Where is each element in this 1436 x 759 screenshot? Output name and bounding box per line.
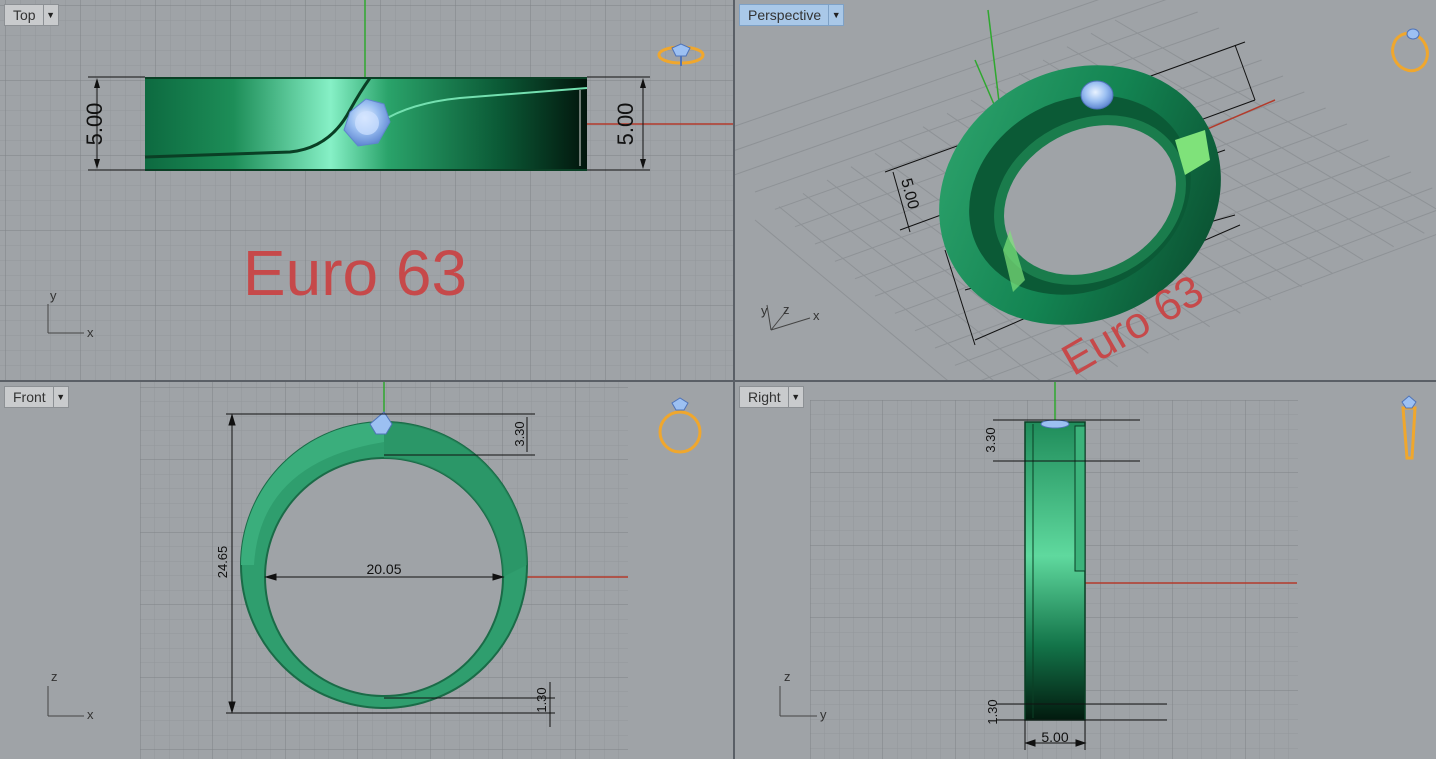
ring-perspective-icon (1391, 28, 1429, 73)
perspective-viewport[interactable]: 5.00 20.05 Euro 63 y z x Persp (735, 0, 1436, 380)
svg-text:y: y (50, 288, 57, 303)
svg-text:z: z (784, 669, 791, 684)
svg-text:x: x (87, 325, 94, 340)
front-viewport[interactable]: 24.65 3.30 20.05 1.30 z x Front ▼ (0, 382, 733, 759)
gemstone[interactable] (1040, 419, 1070, 429)
viewport-tab-right[interactable]: Right ▼ (739, 386, 804, 408)
dim-stone-height-right: 3.30 (983, 427, 998, 452)
viewport-tab-front[interactable]: Front ▼ (4, 386, 69, 408)
axis-indicator: z x (47, 669, 94, 722)
viewport-tab-perspective[interactable]: Perspective ▼ (739, 4, 845, 26)
viewport-label-top: Top (13, 7, 36, 23)
svg-text:z: z (51, 669, 58, 684)
ring-front-icon (658, 397, 702, 454)
x-axis-line (1204, 99, 1276, 131)
svg-text:y: y (761, 303, 768, 318)
viewport-label-right: Right (748, 389, 781, 405)
viewport-tab-top[interactable]: Top ▼ (4, 4, 59, 26)
right-viewport[interactable]: 3.30 1.30 5.00 z y Right ▼ (735, 382, 1436, 759)
viewport-label-front: Front (13, 389, 46, 405)
dim-bottom-thickness-right: 1.30 (985, 699, 1000, 724)
chevron-down-icon[interactable]: ▼ (52, 387, 68, 407)
dim-outer-height: 24.65 (215, 546, 230, 579)
ring-side-icon (1401, 395, 1417, 460)
euro-annotation: Euro 63 (243, 237, 467, 309)
dim-inner-diameter: 20.05 (366, 561, 401, 577)
chevron-down-icon[interactable]: ▼ (828, 5, 843, 25)
svg-text:x: x (87, 707, 94, 722)
persp-dim-width: 5.00 (897, 177, 922, 212)
svg-text:x: x (813, 308, 820, 323)
gemstone[interactable] (1080, 80, 1114, 110)
axis-indicator: y z x (761, 302, 820, 331)
dim-stone-height: 3.30 (512, 421, 527, 446)
svg-text:z: z (783, 302, 790, 317)
top-viewport-canvas[interactable]: 5.00 5.00 Euro 63 y x (0, 0, 733, 380)
chevron-down-icon[interactable]: ▼ (42, 5, 58, 25)
top-viewport[interactable]: 5.00 5.00 Euro 63 y x Top ▼ (0, 0, 733, 380)
dim-width-text: 5.00 (82, 103, 107, 146)
dim-width-right-text: 5.00 (613, 103, 638, 146)
svg-text:y: y (820, 707, 827, 722)
right-viewport-canvas[interactable]: 3.30 1.30 5.00 z y (735, 382, 1436, 759)
viewport-label-perspective: Perspective (748, 7, 822, 23)
chevron-down-icon[interactable]: ▼ (787, 387, 803, 407)
dim-width-right-view: 5.00 (1041, 729, 1068, 745)
front-viewport-canvas[interactable]: 24.65 3.30 20.05 1.30 z x (0, 382, 733, 759)
perspective-viewport-canvas[interactable]: 5.00 20.05 Euro 63 y z x (735, 0, 1436, 380)
dim-bottom-thickness: 1.30 (534, 687, 549, 712)
ring-side-view[interactable] (1024, 421, 1086, 721)
